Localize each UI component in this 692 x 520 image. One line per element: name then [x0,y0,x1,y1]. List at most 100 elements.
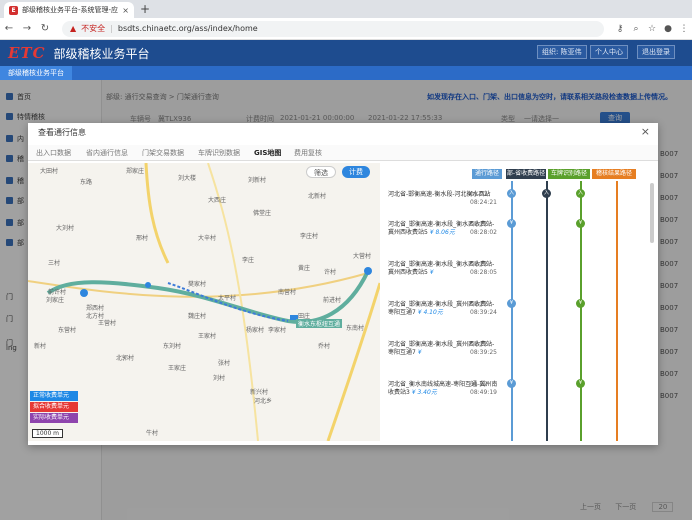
map-place: 王家庄 [168,365,187,372]
modal-tabs: 出入口数据 省内通行信息 门架交易数据 车牌识别数据 GIS地图 费用复核 [28,145,658,161]
browser-tabbar: E 部级稽核业务平台-系统管理-应... × + [0,0,692,18]
tab-fee-review[interactable]: 费用复核 [294,148,322,158]
map-place: 大营村 [353,253,372,260]
map-place: 佛堂庄 [253,210,272,217]
new-tab-icon[interactable]: + [140,2,150,16]
star-icon[interactable]: ☆ [644,24,660,34]
url-field[interactable]: ▲ 不安全 | bsdts.chinaetc.org/ass/index/hom… [62,20,604,37]
logout-button[interactable]: 退出登录 [637,45,675,59]
route-node-icon[interactable]: ¥ [507,219,516,228]
tab-entry-exit[interactable]: 出入口数据 [36,148,71,158]
route-item-datetime: 01-22 08:28:02 [470,221,497,236]
map-place: 邢村 [136,235,149,242]
app-header: ETC 部级稽核业务平台 [0,40,692,66]
map-place: 前进村 [323,297,342,304]
route-item-datetime: 01-22 08:24:21 [470,191,497,206]
warning-icon: ▲ [70,24,77,33]
map-place: 刘大楼 [178,175,197,182]
url-separator: | [110,24,113,33]
modal-title: 查看通行信息 [38,128,86,137]
map-place: 王家村 [198,333,217,340]
road-north [144,163,170,264]
route-node-icon[interactable]: 入 [542,189,551,198]
route-item-fee: ¥ [427,269,434,276]
map-place: 大西庄 [208,197,227,204]
route-node-icon[interactable]: ¥ [576,219,585,228]
profile-icon[interactable]: ● [660,24,676,34]
map-place: 魏庄村 [188,313,207,320]
map-place: 李家村 [268,327,287,334]
tab-title: 部级稽核业务平台-系统管理-应... [22,6,119,14]
menu-icon[interactable]: ⋮ [676,24,692,34]
route-node-2[interactable] [364,267,372,275]
route-node-icon[interactable]: ¥ [576,299,585,308]
map-place: 前许村 [48,289,67,296]
header-audit-route: 稽核结果路径 [592,169,636,179]
traffic-info-modal: 查看通行信息 × 出入口数据 省内通行信息 门架交易数据 车牌识别数据 GIS地… [28,123,658,445]
route-node-icon[interactable]: 入 [576,189,585,198]
map-place: 李庄村 [300,233,319,240]
map-place: 大刘村 [56,225,75,232]
key-icon[interactable]: ⚷ [612,24,628,34]
route-panel: 通行路径 部-省收费路径 车牌识别路径 稽核结果路径 河北省-邯衡高速-衡水段-… [386,163,656,441]
route-item-datetime: 01-22 08:39:25 [470,341,497,356]
map-place: 新兴村 [250,389,269,396]
calc-fee-button[interactable]: 计费 [342,166,370,178]
route-item-datetime: 01-22 08:49:19 [470,381,497,396]
org-button[interactable]: 组织: 陈亚伟 [537,45,587,59]
highway-label: 衡水东枢纽互通 [296,319,343,328]
map-place: 南营村 [278,289,297,296]
map-place: 东路 [80,179,93,186]
route-item-fee: ¥ 8.06元 [427,229,455,236]
road-east [326,282,380,441]
map-place: 太平村 [218,295,237,302]
zoom-icon[interactable]: ⌕ [628,24,644,34]
url-text: bsdts.chinaetc.org/ass/index/home [117,24,258,33]
route-item-datetime: 01-22 08:28:05 [470,261,497,276]
tab-gantry-transactions[interactable]: 门架交易数据 [142,148,184,158]
map-place: 刘村 [213,375,226,382]
map-place: 东刘村 [163,343,182,350]
map-place: 刘家庄 [46,297,65,304]
etc-logo: ETC [8,44,46,62]
tab-close-icon[interactable]: × [122,6,129,15]
route-node-1[interactable] [80,289,88,297]
tab-gis-map[interactable]: GIS地图 [254,148,281,158]
etc-favicon-icon: E [9,5,18,15]
route-node-3[interactable] [145,282,151,288]
filter-button[interactable]: 筛选 [306,166,336,178]
legend-actual-unit: 实际收费单元 [30,413,78,423]
route-node-icon[interactable]: ¥ [576,379,585,388]
forward-icon[interactable]: → [18,23,36,34]
route-node-icon[interactable]: 入 [507,189,516,198]
legend-fit-unit: 拟合收费单元 [30,402,78,412]
map-legend: 正常收费单元 拟合收费单元 实际收费单元 [30,391,78,424]
map-place: 新村 [34,343,47,350]
route-node-icon[interactable]: ¥ [507,299,516,308]
map-place: 刘新村 [248,177,267,184]
route-node-icon[interactable]: ¥ [507,379,516,388]
tab-plate-recognition[interactable]: 车牌识别数据 [198,148,240,158]
map-place: 北郭村 [116,355,135,362]
map-place: 河北乡 [254,398,273,405]
map-place: 牛村 [146,430,159,437]
map-place: 樊家村 [188,281,207,288]
map-place: 北新村 [308,193,327,200]
back-icon[interactable]: ← [0,23,18,34]
header-passage-route: 通行路径 [472,169,502,179]
tab-province-traffic[interactable]: 省内通行信息 [86,148,128,158]
profile-button[interactable]: 个人中心 [590,45,628,59]
close-icon[interactable]: × [641,125,650,138]
map-place: 大田村 [40,168,59,175]
map-place: 东营村 [58,327,77,334]
browser-tab[interactable]: E 部级稽核业务平台-系统管理-应... × [4,2,134,18]
gis-map[interactable]: 大田村 东路 郑家庄 刘大楼 刘新村 大西庄 佛堂庄 北新村 大刘村 邢村 大辛… [28,163,380,441]
map-place: 王营村 [98,320,117,327]
map-place: 东南村 [346,325,365,332]
reload-icon[interactable]: ↻ [36,23,54,34]
subtab-home[interactable]: 部级稽核业务平台 [0,66,72,80]
address-bar-row: ← → ↻ ▲ 不安全 | bsdts.chinaetc.org/ass/ind… [0,18,692,40]
header-plate-route: 车牌识别路径 [548,169,590,179]
scrollbar[interactable] [650,183,654,243]
app-title: 部级稽核业务平台 [53,46,150,61]
